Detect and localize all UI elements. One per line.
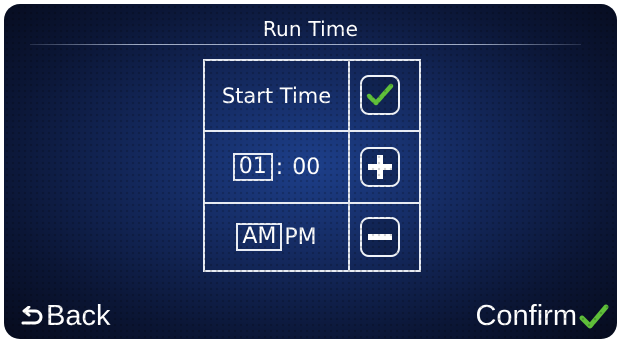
decrement-button[interactable] xyxy=(360,217,400,257)
start-time-label-cell: Start Time xyxy=(205,61,348,130)
checkmark-icon xyxy=(579,304,609,328)
confirm-label: Confirm xyxy=(475,300,577,332)
increment-button[interactable] xyxy=(360,147,400,187)
confirm-button[interactable]: Confirm xyxy=(475,300,609,333)
minus-icon xyxy=(368,234,392,240)
hour-field[interactable]: 01 xyxy=(232,153,273,181)
time-cell: 01 : 00 xyxy=(205,132,348,202)
back-arrow-icon xyxy=(21,305,43,324)
checkmark-icon xyxy=(366,83,394,106)
page-title: Run Time xyxy=(262,17,359,41)
column-divider xyxy=(348,61,350,270)
am-option[interactable]: AM xyxy=(236,223,283,251)
back-label: Back xyxy=(46,300,111,332)
start-time-label: Start Time xyxy=(221,83,332,108)
run-time-panel: Run Time Start Time 01 : 00 AM PM Back C… xyxy=(4,4,617,339)
confirm-check-button[interactable] xyxy=(360,75,400,115)
time-separator: : xyxy=(275,154,284,180)
period-cell: AM PM xyxy=(205,204,348,270)
back-button[interactable]: Back xyxy=(20,300,110,333)
device-screen: Run Time Start Time 01 : 00 AM PM Back C… xyxy=(0,0,621,343)
title-divider xyxy=(30,44,581,45)
pm-option[interactable]: PM xyxy=(284,225,316,250)
start-time-editor: Start Time 01 : 00 AM PM xyxy=(203,59,421,272)
minute-field[interactable]: 00 xyxy=(292,155,320,180)
plus-icon xyxy=(368,155,392,179)
